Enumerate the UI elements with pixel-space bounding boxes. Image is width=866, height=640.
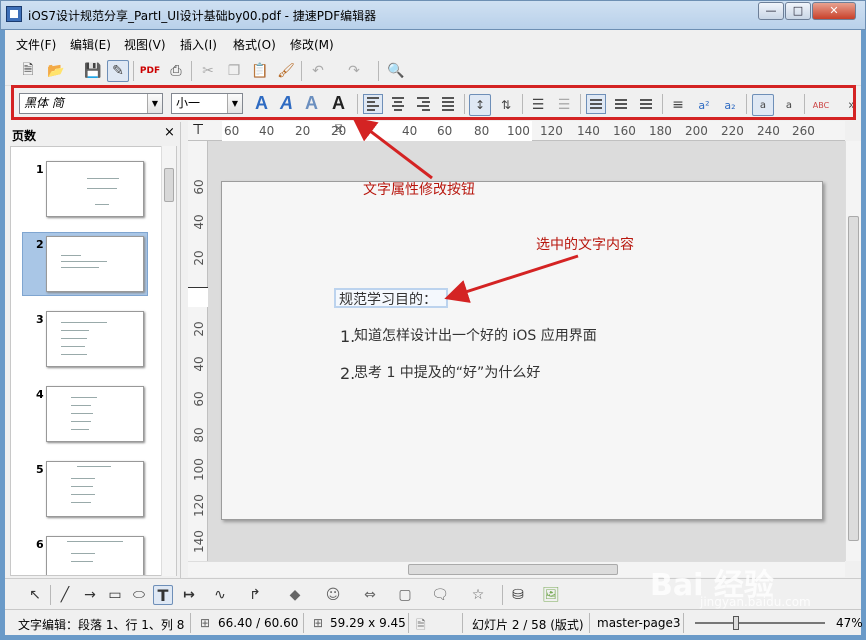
ellipse-icon[interactable]: ⬭ (129, 585, 149, 605)
select-arrow-icon[interactable]: ↖ (25, 585, 45, 605)
curve-icon[interactable]: ∿ (210, 585, 230, 605)
zoom-slider[interactable] (695, 622, 825, 624)
document-modified-icon: 🗎 (416, 618, 426, 632)
rectangle-icon[interactable]: ▭ (105, 585, 125, 605)
connector-icon[interactable]: ↱ (245, 585, 265, 605)
points-icon[interactable]: ⛁ (508, 585, 528, 605)
callout-icon[interactable]: 🗨 (430, 585, 450, 605)
status-bar: 文字编辑：段落 1、行 1、列 8 ⊞ 66.40 / 60.60 ⊞ 59.2… (5, 609, 863, 635)
status-slide: 幻灯片 2 / 58 (版式) (472, 618, 584, 632)
status-position: 66.40 / 60.60 (218, 616, 299, 630)
basic-shapes-icon[interactable]: ◆ (285, 585, 305, 605)
block-arrows-icon[interactable]: ⇔ (360, 585, 380, 605)
status-zoom: 47% (836, 616, 863, 630)
status-size: 59.29 x 9.45 (330, 616, 406, 630)
annotation-arrows (352, 117, 579, 303)
status-master: master-page3 (597, 616, 681, 630)
symbol-shapes-icon[interactable]: ☺ (323, 585, 343, 605)
arrow-to-toolbar (352, 117, 433, 180)
size-icon: ⊞ (313, 616, 324, 630)
line-icon[interactable]: ╱ (55, 585, 75, 605)
arrow-line-icon[interactable]: → (80, 585, 100, 605)
position-icon: ⊞ (200, 616, 211, 630)
watermark-url: jingyan.baidu.com (700, 595, 811, 609)
arrow-to-text (444, 254, 579, 303)
flowchart-icon[interactable]: ▢ (395, 585, 415, 605)
insert-image-icon[interactable]: 🖼 (541, 585, 561, 605)
star-icon[interactable]: ☆ (468, 585, 488, 605)
vertical-scrollbar[interactable] (845, 141, 861, 561)
fit-text-icon[interactable]: ↦ (179, 585, 199, 605)
zoom-slider-handle[interactable] (733, 616, 739, 630)
status-mode: 文字编辑：段落 1、行 1、列 8 (18, 618, 185, 632)
text-tool-icon[interactable]: T (153, 585, 173, 605)
